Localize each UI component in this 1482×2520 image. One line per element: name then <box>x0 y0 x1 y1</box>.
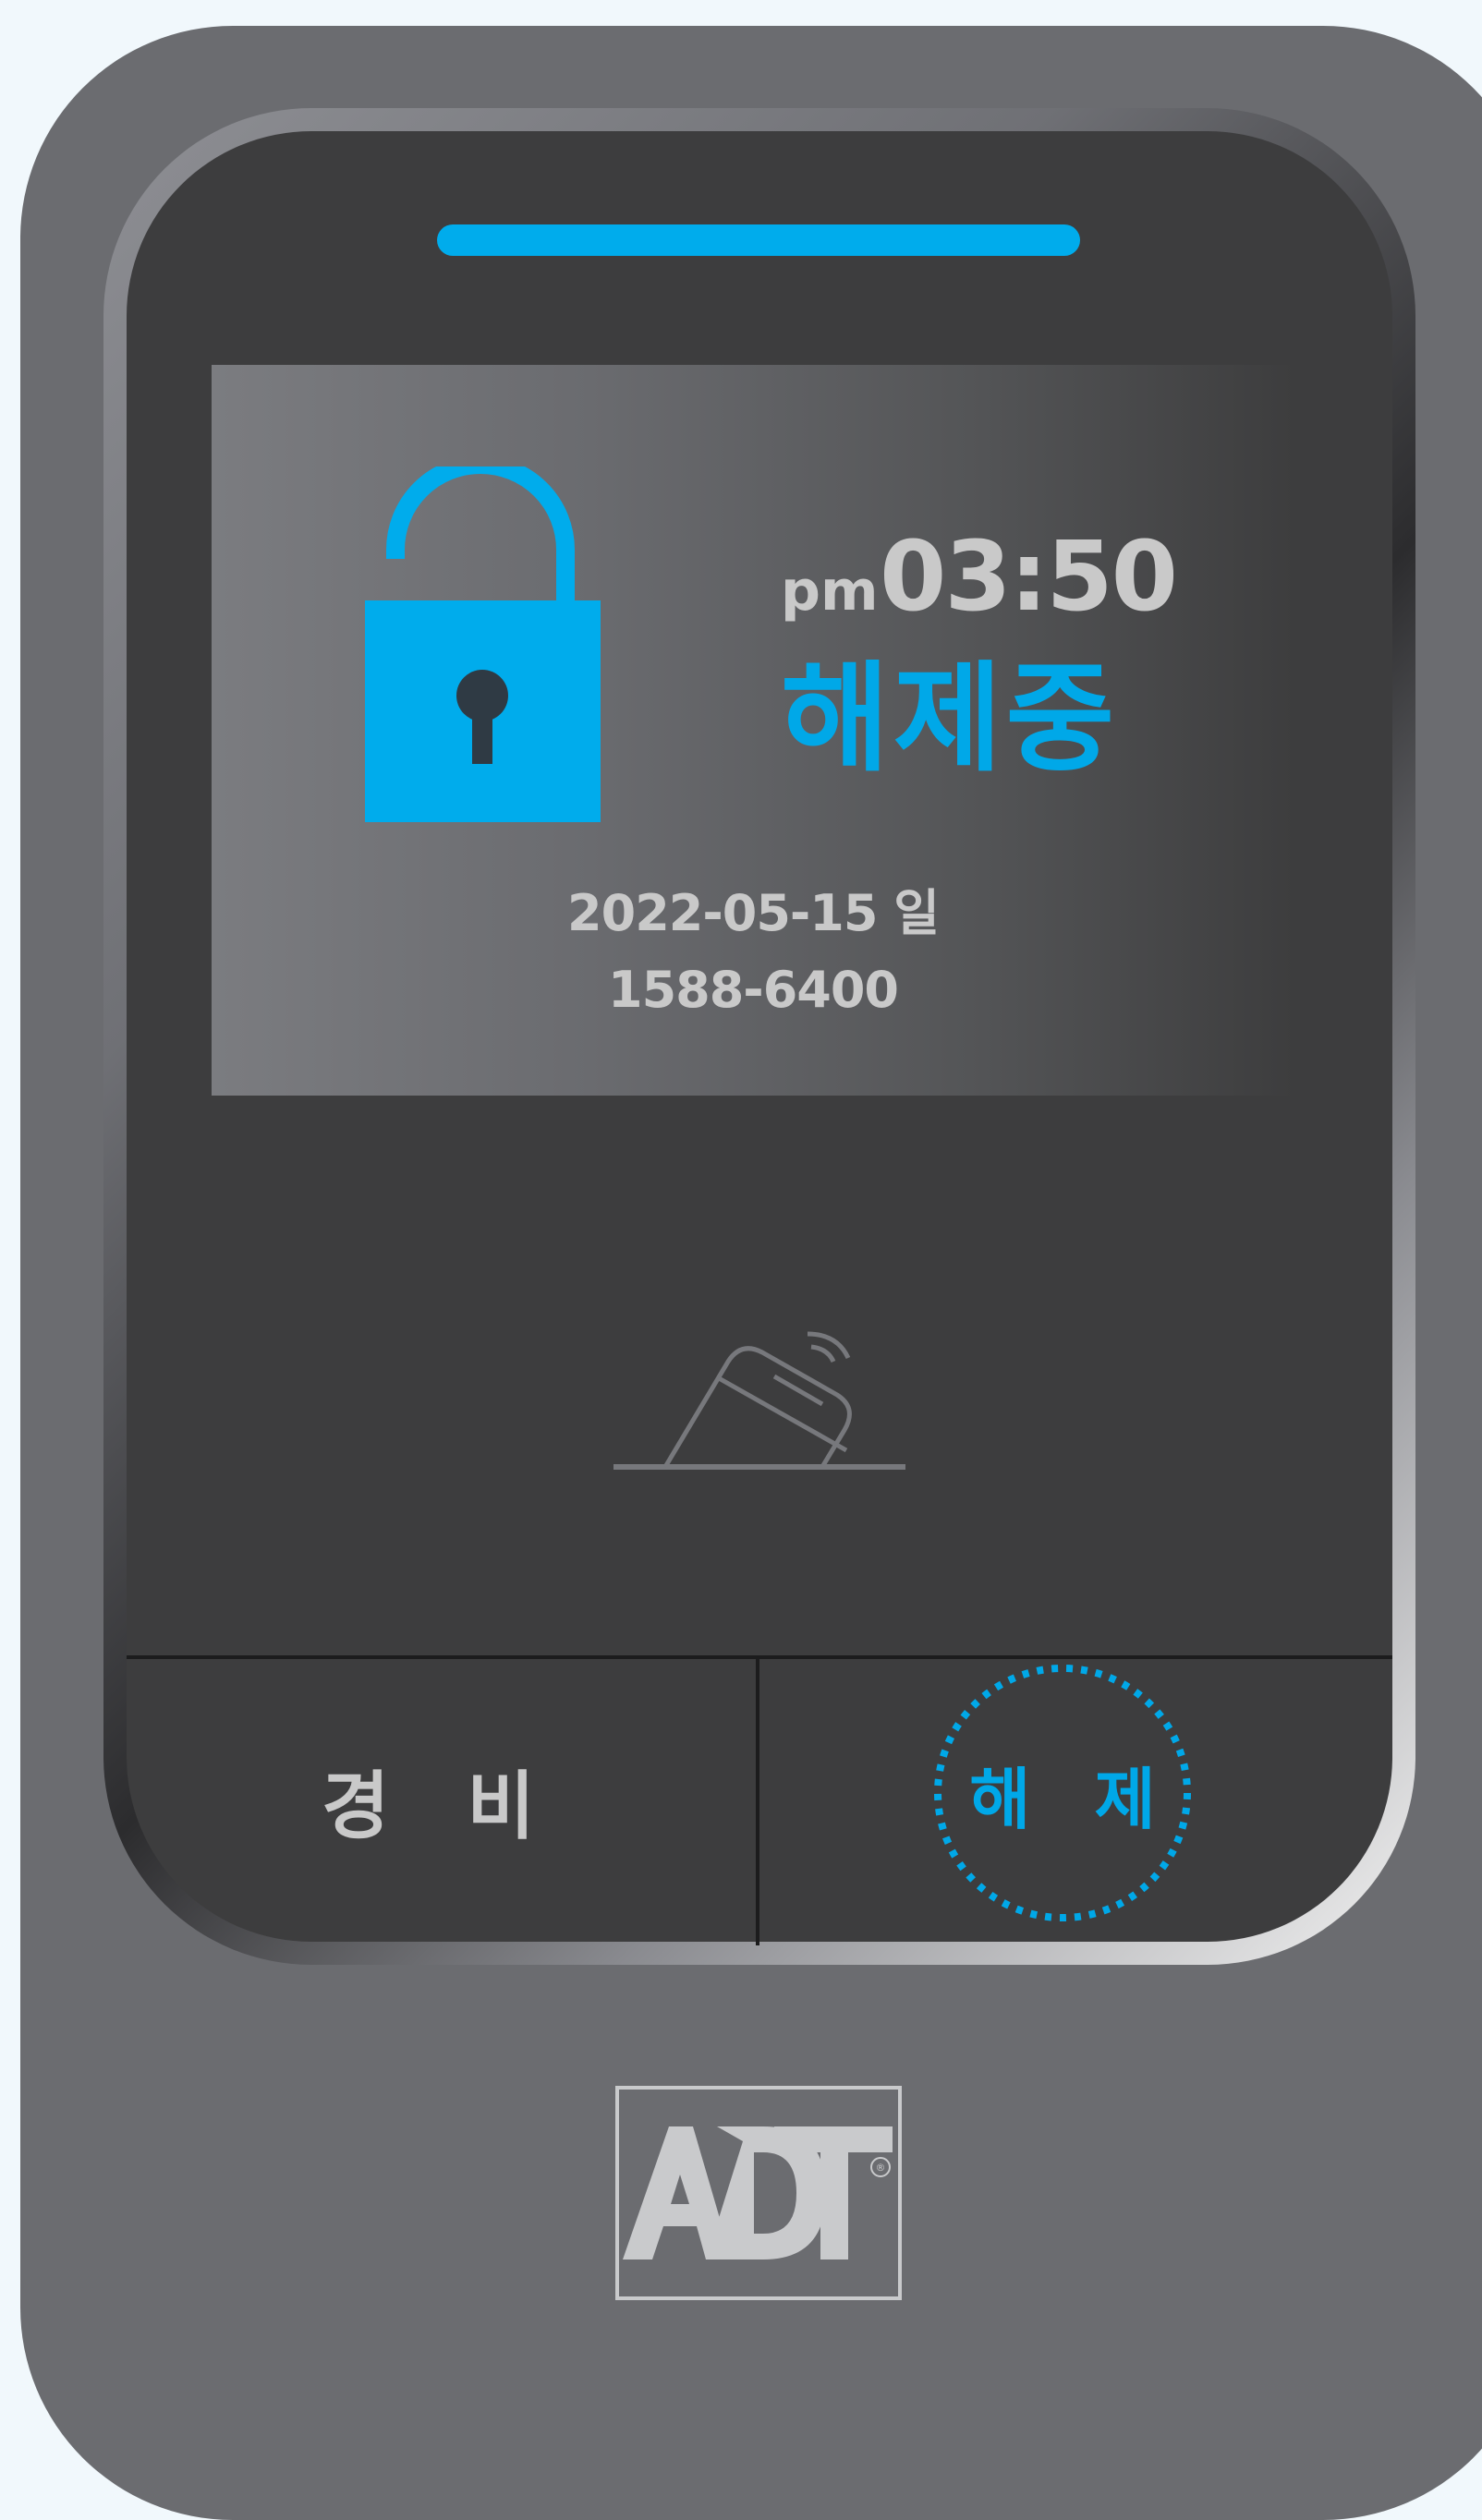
adt-logo: ® <box>615 2086 902 2300</box>
status-indicator-bar <box>437 224 1080 256</box>
card-tag-icon[interactable] <box>610 1293 905 1478</box>
registered-mark: ® <box>876 2162 886 2174</box>
arm-button[interactable]: 경 비 <box>127 1659 756 1942</box>
clock-time: 03:50 <box>880 520 1178 633</box>
date-readout: 2022-05-15 일 <box>567 884 940 942</box>
disarm-button-label: 해 제 <box>969 1760 1176 1838</box>
unlocked-padlock-icon <box>365 466 601 822</box>
ampm-indicator: pm <box>781 559 879 624</box>
security-status: 해제중 <box>781 650 1119 788</box>
service-phone-number: 1588-6400 <box>608 961 899 1019</box>
